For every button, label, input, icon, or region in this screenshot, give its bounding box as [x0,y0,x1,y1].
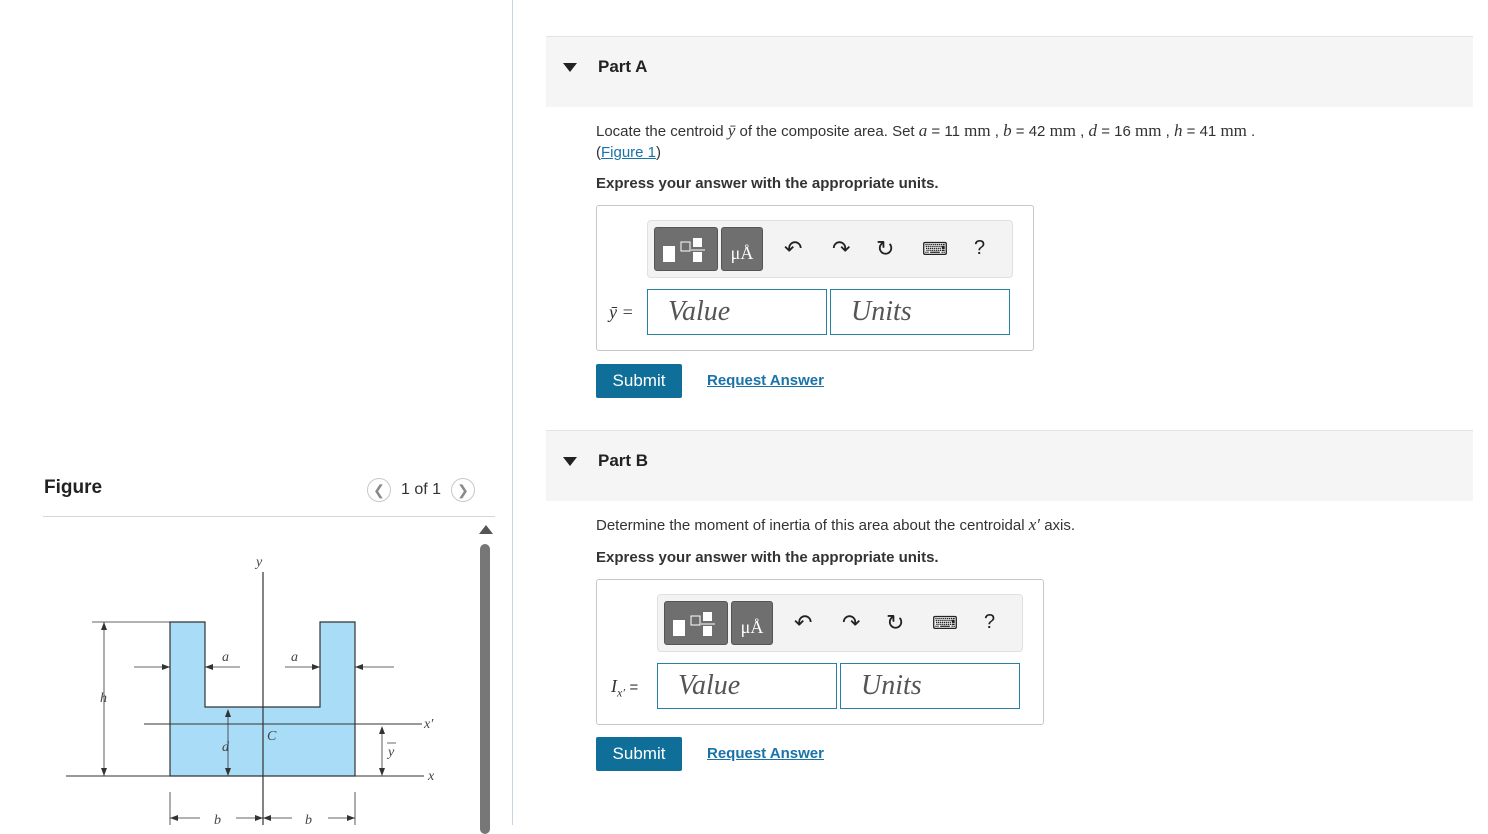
collapse-triangle-icon[interactable] [563,457,577,466]
a-right-label: a [291,650,298,665]
part-a-instruction: Express your answer with the appropriate… [596,175,939,192]
param-value: 16 [1114,123,1131,140]
figure-panel: Figure ❮ 1 of 1 ❯ y x′ x h a a d C y b b [0,0,512,834]
redo-icon[interactable]: ↷ [832,236,850,262]
part-b-answer-box: μÅ ↶ ↷ ↻ ⌨ ? Ix′ = Value Units [596,579,1044,725]
reset-icon[interactable]: ↻ [886,610,904,636]
separator: . [1246,123,1256,140]
x-axis-label: x [427,769,435,784]
part-b-label: Part B [598,451,649,470]
figure-pager: ❮ 1 of 1 ❯ [367,478,476,502]
chevron-left-icon[interactable]: ❮ [367,478,391,502]
part-b-header[interactable]: Part B [546,430,1473,501]
ybar-equation-label: ȳ = [609,302,634,322]
scrollbar[interactable] [480,544,490,834]
math-toolbar: μÅ ↶ ↷ ↻ ⌨ ? [647,220,1013,278]
submit-button[interactable]: Submit [596,737,682,771]
x-prime-label: x′ [423,717,434,732]
ybar-symbol: ȳ [727,121,736,140]
separator: , [1076,123,1085,140]
paren: ) [656,144,662,161]
fraction-template-icon[interactable] [654,227,718,271]
param-unit: mm [1049,121,1077,140]
help-icon[interactable]: ? [984,611,995,634]
param-unit: mm [964,121,991,140]
figure-title: Figure [44,477,103,498]
prompt-text: Locate the centroid [596,123,724,140]
param-var: d [1088,121,1098,140]
reset-icon[interactable]: ↻ [876,236,894,262]
undo-icon[interactable]: ↶ [794,610,812,636]
request-answer-link[interactable]: Request Answer [707,372,824,389]
separator: , [1161,123,1170,140]
separator: , [990,123,999,140]
param-var: a [918,121,928,140]
b-left-label: b [214,813,221,825]
part-a-answer-box: μÅ ↶ ↷ ↻ ⌨ ? ȳ = Value Units [596,205,1034,351]
collapse-triangle-icon[interactable] [563,63,577,72]
ybar-label: y [386,745,395,760]
param-value: 11 [944,123,960,140]
centroid-label: C [267,729,277,744]
units-input[interactable]: Units [840,663,1020,709]
prompt-text: of the composite area. Set [739,123,915,140]
units-button[interactable]: μÅ [731,601,773,645]
figure-1-link[interactable]: Figure 1 [601,144,656,161]
prompt-text: axis. [1044,517,1076,534]
part-a-prompt: Locate the centroid ȳ of the composite a… [596,121,1256,161]
submit-button[interactable]: Submit [596,364,682,398]
part-a-label: Part A [598,57,648,76]
pager-text: 1 of 1 [401,481,442,498]
figure-divider [43,516,495,517]
part-b-instruction: Express your answer with the appropriate… [596,549,939,566]
param-unit: mm [1220,121,1247,140]
param-var: h [1173,121,1183,140]
part-b-prompt: Determine the moment of inertia of this … [596,514,1075,536]
chevron-right-icon[interactable]: ❯ [451,478,476,502]
help-icon[interactable]: ? [974,237,985,260]
scroll-up-icon[interactable] [479,525,493,534]
prompt-text: Determine the moment of inertia of this … [596,517,1025,534]
value-input[interactable]: Value [647,289,827,335]
value-input[interactable]: Value [657,663,837,709]
undo-icon[interactable]: ↶ [784,236,802,262]
ix-equation-label: Ix′ = [611,676,638,701]
keyboard-icon[interactable]: ⌨ [922,239,948,260]
x-prime-symbol: x′ [1028,515,1041,534]
b-right-label: b [305,813,312,825]
eq-sign: = [629,679,639,696]
panel-divider [512,0,513,825]
a-left-label: a [222,650,229,665]
keyboard-icon[interactable]: ⌨ [932,613,958,634]
composite-area-figure: y x′ x h a a d C y b b [66,555,435,825]
fraction-template-icon[interactable] [664,601,728,645]
d-label: d [222,740,230,755]
request-answer-link[interactable]: Request Answer [707,745,824,762]
y-axis-label: y [254,555,263,570]
param-value: 42 [1028,123,1046,140]
math-toolbar: μÅ ↶ ↷ ↻ ⌨ ? [657,594,1023,652]
param-unit: mm [1135,121,1162,140]
param-var: b [1003,121,1012,140]
param-value: 41 [1199,123,1217,140]
part-a-header[interactable]: Part A [546,36,1473,107]
redo-icon[interactable]: ↷ [842,610,860,636]
h-label: h [100,691,107,706]
eq-subscript: x′ [617,685,625,700]
units-button[interactable]: μÅ [721,227,763,271]
units-input[interactable]: Units [830,289,1010,335]
